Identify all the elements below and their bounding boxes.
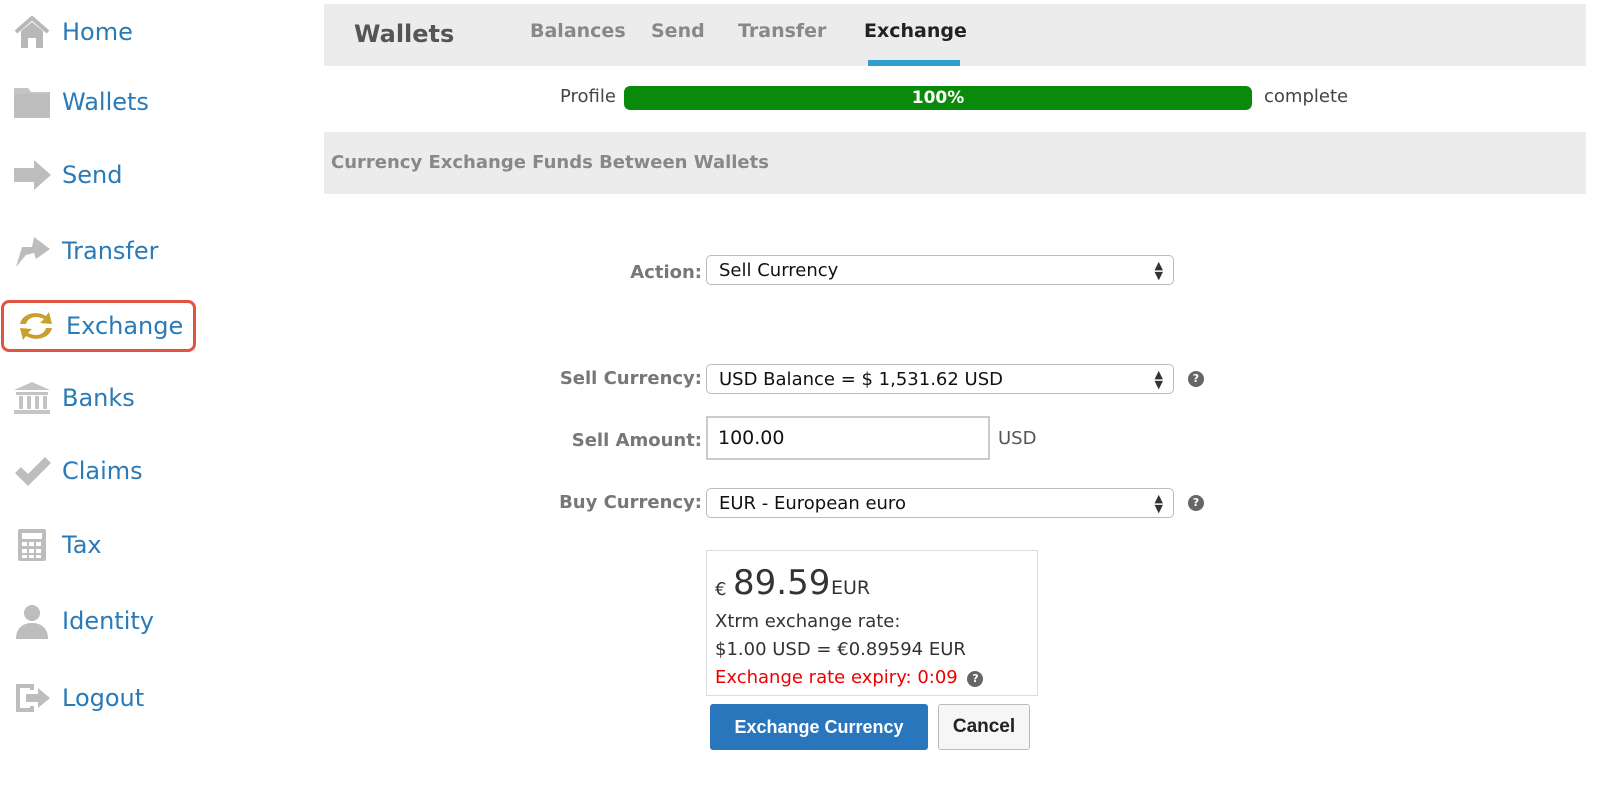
action-select[interactable]: Sell Currency ▲ ▼ bbox=[706, 255, 1174, 285]
top-tab-bar: Wallets Balances Send Transfer Exchange bbox=[324, 4, 1586, 66]
action-select-value: Sell Currency bbox=[719, 260, 839, 281]
sidebar-item-label: Transfer bbox=[62, 237, 159, 265]
calculator-icon bbox=[10, 525, 54, 565]
sidebar-item-label: Send bbox=[62, 161, 123, 189]
cancel-button[interactable]: Cancel bbox=[938, 704, 1030, 750]
sidebar-item-tax[interactable]: Tax bbox=[10, 523, 102, 567]
tab-exchange[interactable]: Exchange bbox=[864, 20, 967, 42]
exchange-currency: EUR bbox=[831, 577, 871, 599]
sidebar-item-identity[interactable]: Identity bbox=[10, 599, 154, 643]
sell-currency-label: Sell Currency: bbox=[559, 368, 702, 389]
page-title: Wallets bbox=[354, 20, 455, 48]
sidebar-item-label: Banks bbox=[62, 384, 135, 412]
progress-value: 100% bbox=[911, 88, 965, 108]
select-caret-icon: ▲ ▼ bbox=[1154, 368, 1163, 391]
select-caret-icon: ▲ ▼ bbox=[1154, 259, 1163, 282]
arrow-up-right-icon bbox=[10, 231, 54, 271]
buy-currency-help-icon[interactable]: ? bbox=[1188, 495, 1204, 511]
rate-value: $1.00 USD = €0.89594 EUR bbox=[715, 639, 966, 660]
arrow-right-icon bbox=[10, 155, 54, 195]
sidebar-item-logout[interactable]: Logout bbox=[10, 676, 144, 720]
sell-currency-value: USD Balance = $ 1,531.62 USD bbox=[719, 369, 1004, 390]
expiry-help-icon[interactable]: ? bbox=[967, 671, 984, 687]
exchange-icon bbox=[14, 306, 58, 346]
sidebar-item-label: Home bbox=[62, 18, 133, 46]
section-header: Currency Exchange Funds Between Wallets bbox=[324, 132, 1586, 194]
sell-currency-help-icon[interactable]: ? bbox=[1188, 371, 1204, 387]
sidebar: Home Wallets Send Transfer Exchange Bank… bbox=[0, 0, 300, 796]
tab-balances[interactable]: Balances bbox=[530, 20, 626, 42]
sidebar-item-label: Tax bbox=[62, 531, 102, 559]
tab-send[interactable]: Send bbox=[651, 20, 705, 42]
sidebar-item-label: Wallets bbox=[62, 88, 149, 116]
progress-fill: 100% bbox=[624, 86, 1252, 110]
sidebar-item-send[interactable]: Send bbox=[10, 153, 122, 197]
currency-symbol: € bbox=[715, 579, 727, 600]
sidebar-item-label: Identity bbox=[62, 607, 154, 635]
buy-currency-label: Buy Currency: bbox=[559, 492, 702, 513]
buy-currency-select[interactable]: EUR - European euro ▲ ▼ bbox=[706, 488, 1174, 518]
sidebar-item-banks[interactable]: Banks bbox=[10, 376, 135, 420]
sell-amount-input[interactable] bbox=[706, 416, 990, 460]
exchange-result-box: € 89.59 EUR Xtrm exchange rate: $1.00 US… bbox=[706, 550, 1038, 696]
rate-expiry-text: Exchange rate expiry: 0:09 bbox=[715, 667, 958, 688]
sidebar-item-exchange[interactable]: Exchange bbox=[1, 300, 197, 352]
complete-label: complete bbox=[1264, 86, 1349, 107]
profile-progress-bar: 100% bbox=[624, 86, 1252, 110]
rate-expiry: Exchange rate expiry: 0:09 ? bbox=[715, 667, 984, 688]
bank-icon bbox=[10, 378, 54, 418]
sidebar-item-claims[interactable]: Claims bbox=[10, 449, 143, 493]
rate-label: Xtrm exchange rate: bbox=[715, 611, 901, 632]
select-caret-icon: ▲ ▼ bbox=[1154, 492, 1163, 515]
sidebar-item-transfer[interactable]: Transfer bbox=[10, 229, 159, 273]
person-icon bbox=[10, 601, 54, 641]
section-title: Currency Exchange Funds Between Wallets bbox=[331, 152, 769, 173]
sell-amount-unit: USD bbox=[998, 428, 1037, 449]
sell-amount-label: Sell Amount: bbox=[571, 430, 702, 451]
sell-currency-select[interactable]: USD Balance = $ 1,531.62 USD ▲ ▼ bbox=[706, 364, 1174, 394]
home-icon bbox=[10, 12, 54, 52]
sidebar-item-home[interactable]: Home bbox=[10, 10, 133, 54]
tab-transfer[interactable]: Transfer bbox=[738, 20, 826, 42]
sidebar-item-label: Logout bbox=[62, 684, 145, 712]
exchange-currency-button[interactable]: Exchange Currency bbox=[710, 704, 928, 750]
profile-label: Profile bbox=[560, 86, 616, 107]
active-tab-indicator bbox=[868, 60, 960, 66]
sidebar-item-wallets[interactable]: Wallets bbox=[10, 80, 149, 124]
action-label: Action: bbox=[630, 262, 702, 283]
sidebar-item-label: Exchange bbox=[66, 312, 184, 340]
sidebar-item-label: Claims bbox=[62, 457, 143, 485]
buy-currency-value: EUR - European euro bbox=[719, 493, 906, 514]
folder-icon bbox=[10, 82, 54, 122]
checkmark-icon bbox=[10, 451, 54, 491]
logout-icon bbox=[10, 678, 54, 718]
exchange-amount: 89.59 bbox=[733, 563, 831, 603]
